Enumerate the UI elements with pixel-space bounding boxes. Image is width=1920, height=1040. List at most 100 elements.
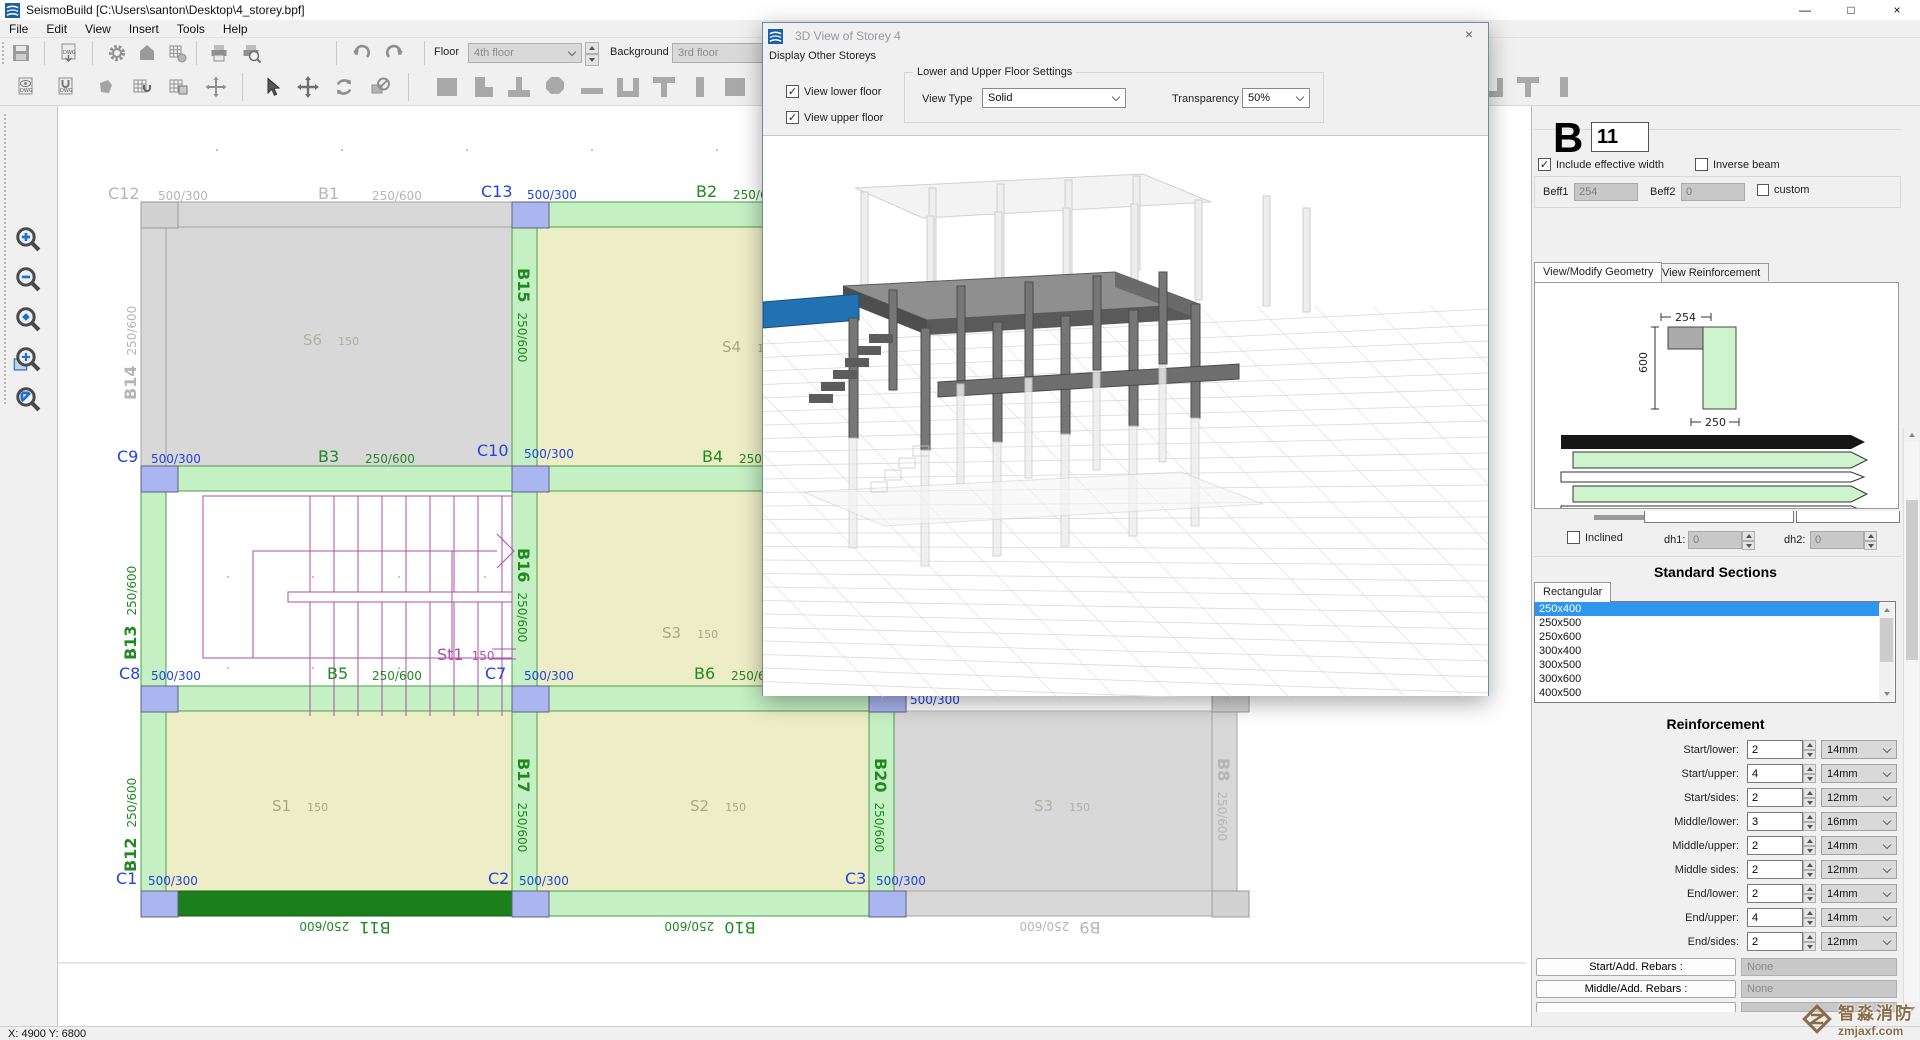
rebar-count-field[interactable]: 4 (1747, 764, 1803, 783)
listbox-scrollbar[interactable] (1879, 603, 1894, 701)
3d-viewport[interactable] (763, 135, 1488, 696)
rebar-size-select[interactable]: 14mm (1821, 740, 1897, 759)
zoom-extents-button[interactable] (9, 300, 47, 338)
checkbox-checked-icon[interactable]: ✓ (786, 85, 799, 98)
inclined-checkbox[interactable]: Inclined (1567, 531, 1623, 544)
checkbox-unchecked-icon[interactable] (1695, 158, 1708, 171)
grid-edit-button[interactable] (162, 71, 194, 103)
slab-S1[interactable] (166, 711, 512, 891)
rebar-button-start[interactable]: Start/Add. Rebars : (1536, 958, 1736, 976)
section-shape-rect-button[interactable] (430, 71, 464, 103)
zoom-previous-button[interactable] (9, 380, 47, 418)
rebar-count-stepper[interactable] (1803, 812, 1816, 831)
zoom-window-button[interactable] (9, 340, 47, 378)
menu-edit[interactable]: Edit (37, 22, 76, 36)
view-lower-floor-checkbox[interactable]: ✓ View lower floor (786, 85, 881, 98)
view-upper-floor-checkbox[interactable]: ✓ View upper floor (786, 111, 883, 124)
view-type-select[interactable]: Solid (982, 88, 1126, 108)
beam-B13[interactable] (141, 491, 166, 686)
rebar-count-field[interactable]: 2 (1747, 740, 1803, 759)
section-shape-octagon-button[interactable] (538, 71, 572, 103)
column-C9[interactable] (141, 466, 178, 492)
rebar-size-select[interactable]: 14mm (1821, 884, 1897, 903)
rebar-count-field[interactable]: 2 (1747, 860, 1803, 879)
close-button[interactable]: × (1874, 0, 1920, 20)
redo-button[interactable] (382, 40, 408, 66)
rebar-count-stepper[interactable] (1803, 932, 1816, 951)
rebar-count-stepper[interactable] (1803, 860, 1816, 879)
beam-B5[interactable] (178, 686, 512, 711)
section-option-250x500[interactable]: 250x500 (1535, 616, 1880, 630)
grid-settings-button[interactable] (164, 40, 190, 66)
beam-B10[interactable] (549, 891, 869, 916)
menu-file[interactable]: File (0, 22, 37, 36)
beam-B3[interactable] (178, 466, 512, 491)
beam-B9[interactable] (906, 891, 1212, 916)
rebar-value-field[interactable]: None (1741, 958, 1897, 976)
tab-view-reinforcement[interactable]: View Reinforcement (1653, 263, 1769, 281)
rebar-count-field[interactable]: 3 (1747, 812, 1803, 831)
column-C13[interactable] (512, 202, 549, 228)
column-C3[interactable] (869, 891, 906, 917)
sections-listbox[interactable]: 250x400250x500250x600300x400300x500300x6… (1534, 601, 1896, 703)
section-shape-u-shape-button[interactable] (610, 71, 644, 103)
floor-select[interactable]: 4th floor (468, 43, 582, 63)
section-shape-bar-button[interactable] (574, 71, 608, 103)
section-option-250x600[interactable]: 250x600 (1535, 630, 1880, 644)
section-shape-rect-button[interactable] (718, 71, 752, 103)
rebar-size-select[interactable]: 14mm (1821, 908, 1897, 927)
rebar-size-select[interactable]: 12mm (1821, 788, 1897, 807)
select-button[interactable] (256, 71, 288, 103)
column-unnamed[interactable] (1212, 891, 1249, 917)
grid-move-button[interactable] (200, 71, 232, 103)
scroll-up-icon[interactable] (1879, 603, 1894, 617)
column-C12[interactable] (141, 202, 178, 228)
column-C10[interactable] (512, 466, 549, 492)
delete-button[interactable] (364, 71, 396, 103)
menu-view[interactable]: View (76, 22, 120, 36)
column-C1[interactable] (141, 891, 178, 917)
dh1-field[interactable]: 0 (1688, 531, 1742, 549)
import-dwg-button[interactable]: DWG (56, 40, 82, 66)
rebar-value-field[interactable]: None (1741, 980, 1897, 998)
rebar-button-middle[interactable]: Middle/Add. Rebars : (1536, 980, 1736, 998)
rebar-count-field[interactable]: 4 (1747, 908, 1803, 927)
include-effective-width-checkbox[interactable]: ✓ Include effective width (1538, 158, 1664, 171)
beam-B17[interactable] (512, 711, 537, 891)
section-option-400x500[interactable]: 400x500 (1535, 686, 1880, 700)
dh2-stepper[interactable] (1864, 531, 1877, 550)
grid-snap-button[interactable] (126, 71, 158, 103)
checkbox-checked-icon[interactable]: ✓ (1538, 158, 1551, 171)
print-button[interactable] (206, 40, 232, 66)
section-shape-l-shape-button[interactable] (466, 71, 500, 103)
tab-view-modify-geometry[interactable]: View/Modify Geometry (1534, 262, 1662, 282)
settings-button[interactable] (104, 40, 130, 66)
menu-insert[interactable]: Insert (120, 22, 168, 36)
column-C7[interactable] (512, 686, 549, 712)
staircase-St1[interactable] (203, 496, 516, 716)
insert-building-button[interactable] (134, 40, 160, 66)
dialog-close-icon[interactable]: × (1458, 26, 1480, 44)
beam-B20[interactable] (869, 711, 894, 891)
maximize-button[interactable]: □ (1828, 0, 1874, 20)
undo-button[interactable] (348, 40, 374, 66)
checkbox-unchecked-icon[interactable] (1567, 531, 1580, 544)
beam-B11[interactable] (178, 891, 512, 916)
rebar-count-stepper[interactable] (1803, 908, 1816, 927)
rebar-size-select[interactable]: 12mm (1821, 860, 1897, 879)
3d-view-dialog[interactable]: 3D View of Storey 4 × Display Other Stor… (762, 22, 1489, 696)
section-shape-t-shape-button[interactable] (646, 71, 680, 103)
rebar-count-stepper[interactable] (1803, 788, 1816, 807)
tab-rectangular[interactable]: Rectangular (1534, 582, 1611, 602)
beam-number-field[interactable] (1591, 122, 1649, 152)
move-button[interactable] (292, 71, 324, 103)
menu-tools[interactable]: Tools (168, 22, 214, 36)
scrollbar-thumb[interactable] (1906, 500, 1918, 660)
menu-help[interactable]: Help (214, 22, 257, 36)
save-button[interactable] (8, 40, 34, 66)
rebar-size-select[interactable]: 16mm (1821, 812, 1897, 831)
dwg-snap-button[interactable]: DWG (50, 71, 82, 103)
section-option-250x400[interactable]: 250x400 (1535, 602, 1880, 616)
dialog-titlebar[interactable]: 3D View of Storey 4 × (763, 23, 1488, 49)
zoom-in-button[interactable] (9, 220, 47, 258)
